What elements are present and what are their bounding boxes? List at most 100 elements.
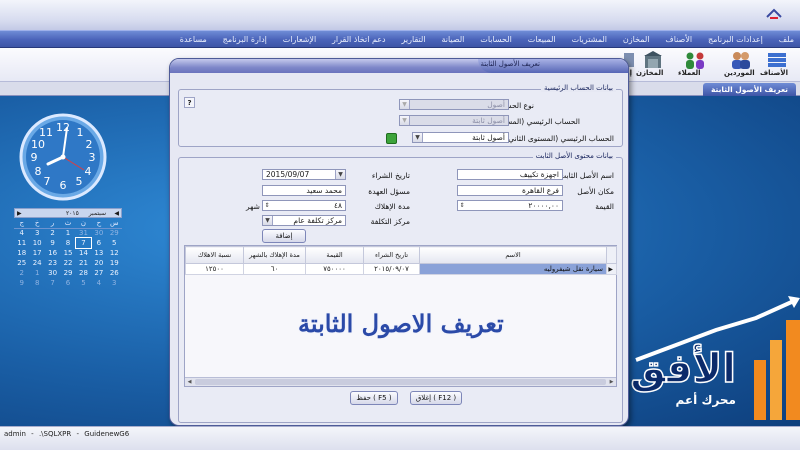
- calendar-day[interactable]: 2: [45, 228, 60, 238]
- calendar-day[interactable]: 12: [107, 248, 122, 258]
- calendar-day[interactable]: 19: [107, 258, 122, 268]
- calendar-next-icon[interactable]: ▶: [17, 209, 22, 218]
- menu-reports[interactable]: التقارير: [402, 31, 426, 48]
- add-button[interactable]: إضافة: [262, 229, 306, 243]
- calendar-day[interactable]: 16: [45, 248, 60, 258]
- cell-depreciation-months[interactable]: ٦٠: [243, 263, 306, 275]
- save-button[interactable]: حفظ ( F5 ): [350, 391, 398, 405]
- chevron-down-icon[interactable]: ▼: [413, 133, 423, 142]
- menu-warehouses[interactable]: المخازن: [623, 31, 650, 48]
- scroll-thumb[interactable]: [195, 379, 606, 385]
- calendar-day[interactable]: 3: [29, 228, 44, 238]
- cell-name[interactable]: سيارة نقل شيفروليه: [419, 263, 607, 275]
- scroll-right-icon[interactable]: ▶: [607, 378, 616, 386]
- help-button[interactable]: ?: [184, 97, 195, 108]
- calendar-day-today[interactable]: 7: [74, 237, 93, 249]
- menu-file[interactable]: ملف: [779, 31, 794, 48]
- calendar-day[interactable]: 27: [91, 268, 106, 278]
- level2-account-select[interactable]: أصول ثابتة ▼: [412, 132, 509, 143]
- chevron-down-icon[interactable]: ▼: [400, 100, 410, 109]
- calendar-day[interactable]: 10: [29, 238, 44, 248]
- exit-button[interactable]: إغلاق ( F12 ): [410, 391, 462, 405]
- menu-accounts[interactable]: الحسابات: [480, 31, 512, 48]
- calendar-day[interactable]: 18: [14, 248, 29, 258]
- column-header-purchase-date[interactable]: تاريخ الشراء: [363, 246, 420, 264]
- calendar-day[interactable]: 20: [91, 258, 106, 268]
- menu-decision-support[interactable]: دعم اتخاذ القرار: [332, 31, 386, 48]
- calendar-day[interactable]: 30: [91, 228, 106, 238]
- toolbar-suppliers-button[interactable]: الموردين: [724, 51, 758, 81]
- chevron-down-icon[interactable]: ▼: [263, 216, 273, 225]
- asset-value-input[interactable]: ٢٠٠٠٠,٠٠ ⇕: [457, 200, 563, 211]
- column-header-depreciation-rate[interactable]: نسبة الاهلاك: [185, 246, 244, 264]
- menu-program-management[interactable]: إدارة البرنامج: [223, 31, 267, 48]
- account-type-select[interactable]: أصول ▼: [399, 99, 509, 110]
- custodian-input[interactable]: محمد سعيد: [262, 185, 346, 196]
- calendar-day[interactable]: 1: [60, 228, 75, 238]
- spinner-icon[interactable]: ⇕: [458, 201, 466, 210]
- calendar-day[interactable]: 6: [91, 238, 106, 248]
- cell-value[interactable]: ٧٥٠٠٠٠: [305, 263, 364, 275]
- spinner-icon[interactable]: ⇕: [263, 201, 271, 210]
- calendar-day[interactable]: 22: [60, 258, 75, 268]
- menu-sales[interactable]: المبيعات: [528, 31, 556, 48]
- tab-fixed-assets[interactable]: تعريف الأصول الثابتة: [703, 83, 796, 96]
- calendar-dropdown-icon[interactable]: ▼: [335, 170, 345, 179]
- calendar-day[interactable]: 2: [14, 268, 29, 278]
- scroll-left-icon[interactable]: ◀: [185, 378, 194, 386]
- toolbar-items-button[interactable]: الأصناف: [760, 51, 794, 81]
- asset-name-input[interactable]: اجهزة تكييف: [457, 169, 563, 180]
- calendar-day[interactable]: 15: [60, 248, 75, 258]
- calendar-day[interactable]: 17: [29, 248, 44, 258]
- calendar-day[interactable]: 28: [76, 268, 91, 278]
- toolbar-warehouses-button[interactable]: المخازن: [636, 51, 670, 81]
- column-header-name[interactable]: الاسم: [419, 246, 607, 264]
- add-account-green-button[interactable]: [386, 133, 397, 144]
- calendar-day[interactable]: 1: [29, 268, 44, 278]
- calendar-day[interactable]: 23: [45, 258, 60, 268]
- calendar-day[interactable]: 21: [76, 258, 91, 268]
- calendar-day[interactable]: 5: [76, 278, 91, 288]
- calendar-day[interactable]: 8: [60, 238, 75, 248]
- chevron-down-icon[interactable]: ▼: [400, 116, 410, 125]
- calendar-day[interactable]: 11: [14, 238, 29, 248]
- column-header-value[interactable]: القيمة: [305, 246, 364, 264]
- purchase-date-input[interactable]: 2015/09/07 ▼: [262, 169, 346, 180]
- calendar-day[interactable]: 25: [14, 258, 29, 268]
- cell-purchase-date[interactable]: ٢٠١٥/٠٩/٠٧: [363, 263, 420, 275]
- calendar-day[interactable]: 31: [76, 228, 91, 238]
- cost-center-select[interactable]: مركز تكلفة عام ▼: [262, 215, 346, 226]
- depreciation-period-label: مدة الإهلاك: [374, 202, 410, 211]
- calendar-day[interactable]: 26: [107, 268, 122, 278]
- calendar-day[interactable]: 8: [29, 278, 44, 288]
- calendar-day[interactable]: 4: [91, 278, 106, 288]
- calendar-day[interactable]: 29: [107, 228, 122, 238]
- calendar-prev-icon[interactable]: ◀: [114, 209, 119, 218]
- column-header-depreciation-months[interactable]: مدة الإهلاك بالشهر: [243, 246, 306, 264]
- asset-location-input[interactable]: فرع القاهرة: [457, 185, 563, 196]
- grid-horizontal-scrollbar[interactable]: ◀ ▶: [185, 377, 616, 386]
- calendar-day[interactable]: 3: [107, 278, 122, 288]
- calendar-day[interactable]: 24: [29, 258, 44, 268]
- menu-purchases[interactable]: المشتريات: [572, 31, 607, 48]
- calendar-day[interactable]: 30: [45, 268, 60, 278]
- depreciation-period-input[interactable]: ٤٨ ⇕: [262, 200, 346, 211]
- menu-items[interactable]: الأصناف: [665, 31, 692, 48]
- toolbar-customers-button[interactable]: العملاء: [678, 51, 712, 81]
- calendar-day[interactable]: 5: [107, 238, 122, 248]
- calendar-day[interactable]: 29: [60, 268, 75, 278]
- calendar-day[interactable]: 14: [76, 248, 91, 258]
- menu-maintenance[interactable]: الصيانة: [441, 31, 464, 48]
- menu-help[interactable]: مساعدة: [180, 31, 207, 48]
- calendar-day[interactable]: 9: [14, 278, 29, 288]
- menu-settings[interactable]: إعدادات البرنامج: [708, 31, 763, 48]
- calendar-day[interactable]: 6: [60, 278, 75, 288]
- level1-account-select[interactable]: أصول ثابتة ▼: [399, 115, 509, 126]
- calendar-day[interactable]: 13: [91, 248, 106, 258]
- cell-depreciation-rate[interactable]: ١٢٥٠٠: [185, 263, 244, 275]
- calendar-day[interactable]: 4: [14, 228, 29, 238]
- menu-notifications[interactable]: الإشعارات: [283, 31, 316, 48]
- table-row[interactable]: ▶ سيارة نقل شيفروليه ٢٠١٥/٠٩/٠٧ ٧٥٠٠٠٠ ٦…: [185, 263, 617, 275]
- calendar-day[interactable]: 9: [45, 238, 60, 248]
- calendar-day[interactable]: 7: [45, 278, 60, 288]
